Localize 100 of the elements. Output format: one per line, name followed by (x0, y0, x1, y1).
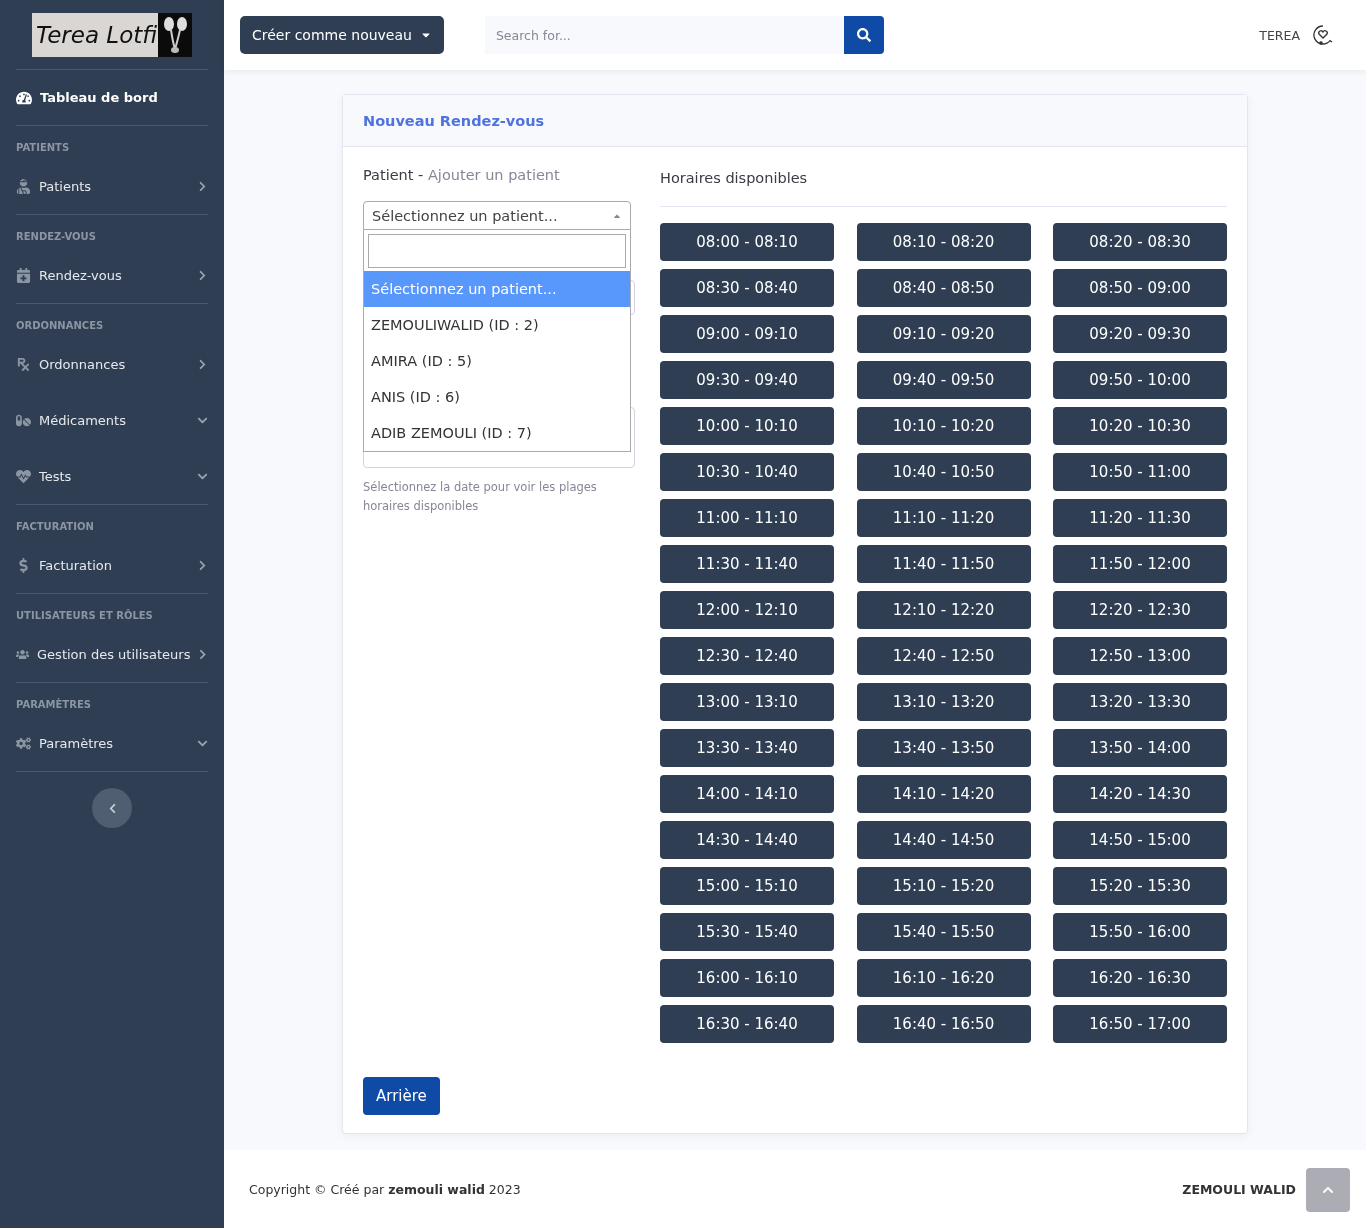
time-slot-button[interactable]: 12:30 - 12:40 (660, 637, 834, 675)
time-slot-button[interactable]: 10:30 - 10:40 (660, 453, 834, 491)
time-slot-button[interactable]: 16:20 - 16:30 (1053, 959, 1227, 997)
sidebar-item[interactable]: Facturation (16, 537, 208, 593)
search-icon (856, 28, 871, 42)
time-slot-button[interactable]: 10:50 - 11:00 (1053, 453, 1227, 491)
chevron-right-icon (197, 358, 208, 370)
patient-select[interactable]: Sélectionnez un patient... (363, 201, 631, 230)
help-text: Sélectionnez la date pour voir les plages horaires disponibles (363, 479, 598, 515)
copyright-text: Copyright © Créé par zemouli walid 2023 (249, 1181, 521, 1197)
patient-label: Patient - Ajouter un patient (363, 167, 561, 185)
time-slot-button[interactable]: 12:50 - 13:00 (1053, 637, 1227, 675)
time-slot-button[interactable]: 08:40 - 08:50 (856, 269, 1031, 307)
time-slot-button[interactable]: 14:00 - 14:10 (660, 775, 834, 813)
time-slot-button[interactable]: 16:10 - 16:20 (856, 959, 1031, 997)
user-name[interactable]: TEREA (1259, 27, 1300, 43)
calendar-icon (16, 267, 31, 283)
prescription-icon (16, 356, 31, 372)
time-slot-button[interactable]: 10:40 - 10:50 (856, 453, 1031, 491)
time-slot-button[interactable]: 10:20 - 10:30 (1053, 407, 1227, 445)
search-field[interactable]: Search for... (484, 16, 844, 54)
section-heading: PATIENTS (16, 141, 71, 155)
gauge-icon (16, 89, 32, 106)
sidebar-item[interactable]: Rendez-vous (16, 247, 208, 303)
scroll-top-button[interactable] (1306, 1168, 1350, 1212)
pills-icon (16, 412, 31, 428)
time-slot-button[interactable]: 15:20 - 15:30 (1053, 867, 1227, 905)
time-slot-button[interactable]: 12:20 - 12:30 (1053, 591, 1227, 629)
sidebar-item[interactable]: Gestion des utilisateurs (16, 626, 208, 682)
sidebar-item[interactable]: Paramètres (16, 715, 208, 771)
card-title: Nouveau Rendez-vous (343, 95, 1247, 147)
heart-icon (16, 468, 31, 484)
chevron-right-icon (197, 559, 208, 571)
time-slot-button[interactable]: 08:30 - 08:40 (660, 269, 834, 307)
back-button[interactable]: Arrière (363, 1077, 440, 1115)
sidebar-item[interactable]: Médicaments (16, 392, 208, 448)
add-patient-link[interactable]: Ajouter un patient (427, 167, 560, 183)
time-slot-button[interactable]: 14:50 - 15:00 (1053, 821, 1227, 859)
section-heading: PARAMÈTRES (16, 697, 92, 712)
time-slot-button[interactable]: 08:20 - 08:30 (1053, 223, 1227, 261)
author-name: ZEMOULI WALID (1182, 1181, 1296, 1197)
sidebar-item[interactable]: Tests (16, 448, 208, 504)
user-icon (16, 178, 31, 194)
time-slot-button[interactable]: 13:40 - 13:50 (856, 729, 1031, 767)
time-slot-button[interactable]: 13:30 - 13:40 (660, 729, 834, 767)
time-slot-button[interactable]: 15:10 - 15:20 (856, 867, 1031, 905)
time-slot-button[interactable]: 08:00 - 08:10 (660, 223, 834, 261)
time-slot-button[interactable]: 11:00 - 11:10 (660, 499, 834, 537)
time-slot-button[interactable]: 09:30 - 09:40 (660, 361, 834, 399)
time-slot-button[interactable]: 08:10 - 08:20 (856, 223, 1031, 261)
time-slot-button[interactable]: 09:40 - 09:50 (856, 361, 1031, 399)
chevron-up-icon (1322, 1184, 1334, 1196)
time-slot-button[interactable]: 12:10 - 12:20 (856, 591, 1031, 629)
time-slot-button[interactable]: 14:10 - 14:20 (856, 775, 1031, 813)
time-slot-button[interactable]: 13:10 - 13:20 (856, 683, 1031, 721)
time-slot-button[interactable]: 11:30 - 11:40 (660, 545, 834, 583)
time-slot-button[interactable]: 16:30 - 16:40 (660, 1005, 834, 1043)
gears-icon (16, 735, 31, 751)
time-slot-button[interactable]: 15:30 - 15:40 (660, 913, 834, 951)
time-slot-button[interactable]: 15:50 - 16:00 (1053, 913, 1227, 951)
time-slot-button[interactable]: 16:50 - 17:00 (1053, 1005, 1227, 1043)
dropdown-search-field[interactable] (368, 234, 626, 268)
chevron-right-icon (198, 648, 208, 660)
time-slot-button[interactable]: 14:30 - 14:40 (660, 821, 834, 859)
time-slot-button[interactable]: 14:20 - 14:30 (1053, 775, 1227, 813)
time-slot-button[interactable]: 09:50 - 10:00 (1053, 361, 1227, 399)
time-slot-button[interactable]: 15:40 - 15:50 (856, 913, 1031, 951)
time-slot-button[interactable]: 11:20 - 11:30 (1053, 499, 1227, 537)
time-slot-button[interactable]: 11:50 - 12:00 (1053, 545, 1227, 583)
sidebar-item[interactable]: Ordonnances (16, 336, 208, 392)
search-button[interactable] (843, 16, 884, 54)
time-slot-button[interactable]: 10:00 - 10:10 (660, 407, 834, 445)
slots-title: Horaires disponibles (660, 167, 1227, 207)
section-heading: RENDEZ-VOUS (16, 230, 97, 244)
time-slot-button[interactable]: 15:00 - 15:10 (660, 867, 834, 905)
time-slot-button[interactable]: 08:50 - 09:00 (1053, 269, 1227, 307)
time-slot-button[interactable]: 11:40 - 11:50 (856, 545, 1031, 583)
section-heading: ORDONNANCES (16, 319, 105, 333)
time-slot-button[interactable]: 16:40 - 16:50 (856, 1005, 1031, 1043)
sidebar-item[interactable]: Patients (16, 158, 208, 214)
time-slot-button[interactable]: 12:00 - 12:10 (660, 591, 834, 629)
heart-bubble-icon[interactable] (1312, 24, 1334, 46)
time-slot-button[interactable]: 09:20 - 09:30 (1053, 315, 1227, 353)
section-heading: FACTURATION (16, 520, 95, 534)
sidebar-toggle-button[interactable] (92, 788, 132, 828)
time-slot-button[interactable]: 13:50 - 14:00 (1053, 729, 1227, 767)
dashboard-link[interactable]: Tableau de bord (16, 70, 208, 126)
time-slot-button[interactable]: 09:00 - 09:10 (660, 315, 834, 353)
time-slot-button[interactable]: 14:40 - 14:50 (856, 821, 1031, 859)
chevron-right-icon (197, 269, 208, 281)
time-slot-button[interactable]: 13:20 - 13:30 (1053, 683, 1227, 721)
chevron-right-icon (197, 180, 208, 192)
time-slot-button[interactable]: 09:10 - 09:20 (856, 315, 1031, 353)
create-button[interactable]: Créer comme nouveau (240, 16, 444, 54)
time-slot-button[interactable]: 13:00 - 13:10 (660, 683, 834, 721)
section-heading: UTILISATEURS ET RÔLES (16, 608, 154, 623)
time-slot-button[interactable]: 12:40 - 12:50 (856, 637, 1031, 675)
time-slot-button[interactable]: 16:00 - 16:10 (660, 959, 834, 997)
time-slot-button[interactable]: 10:10 - 10:20 (856, 407, 1031, 445)
time-slot-button[interactable]: 11:10 - 11:20 (856, 499, 1031, 537)
